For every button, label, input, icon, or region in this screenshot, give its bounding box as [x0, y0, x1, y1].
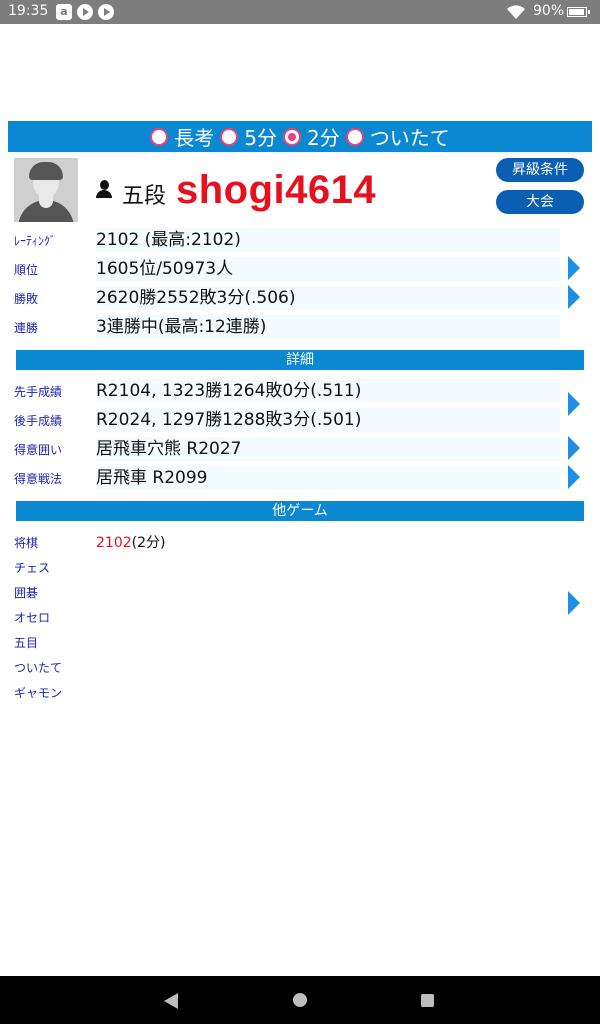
time-mode-selector: 長考 5分 2分 ついたて: [8, 121, 592, 152]
record-detail-arrow-icon[interactable]: [568, 285, 580, 309]
stat-label: ﾚｰﾃｨﾝｸﾞ: [14, 234, 57, 248]
game-label-tsuitate: ついたて: [14, 661, 63, 675]
wifi-icon: [507, 5, 525, 19]
mode-option-tsuitate[interactable]: ついたて: [345, 122, 450, 151]
game-label-gomoku: 五目: [14, 636, 39, 650]
detail-row-gote: 後手成績 R2024, 1297勝1288敗3分(.501): [8, 408, 578, 436]
stat-value: 2620勝2552敗3分(.506): [96, 286, 560, 310]
stat-label: 順位: [14, 263, 39, 277]
detail-label: 得意戦法: [14, 472, 63, 486]
detail-value: R2024, 1297勝1288敗3分(.501): [96, 408, 560, 432]
mode-option-2min[interactable]: 2分: [283, 122, 340, 151]
system-nav-bar: [0, 976, 600, 1024]
stat-label: 勝敗: [14, 292, 39, 306]
radio-icon: [345, 127, 364, 146]
stat-value: 3連勝中(最高:12連勝): [96, 315, 560, 339]
rank-label: 五段: [122, 184, 167, 209]
detail-label: 後手成績: [14, 414, 63, 428]
mode-option-long[interactable]: 長考: [150, 122, 214, 151]
mode-option-5min[interactable]: 5分: [220, 122, 277, 151]
game-label-backgammon: ギャモン: [14, 686, 63, 700]
status-bar: 19:35 a 90%: [0, 0, 600, 24]
detail-label: 得意囲い: [14, 443, 63, 457]
amazon-app-icon: a: [56, 4, 72, 20]
game-label-othello: オセロ: [14, 611, 51, 625]
battery-percent: 90%: [533, 3, 565, 19]
stat-label: 連勝: [14, 321, 39, 335]
other-games-arrow-icon[interactable]: [568, 591, 580, 615]
username: shogi4614: [176, 168, 377, 212]
play-notification-icon-2: [98, 4, 114, 20]
battery-icon: [567, 7, 590, 17]
details-section-header: 詳細: [16, 350, 584, 370]
tournament-button[interactable]: 大会: [496, 190, 584, 214]
game-label-shogi: 将棋: [14, 536, 39, 550]
status-time: 19:35: [8, 3, 49, 19]
stat-row-streak: 連勝 3連勝中(最高:12連勝): [8, 315, 578, 343]
promotion-conditions-button[interactable]: 昇級条件: [496, 158, 584, 182]
person-icon: [96, 180, 112, 198]
detail-value: 居飛車穴熊 R2027: [96, 437, 560, 461]
mode-label: 長考: [174, 126, 215, 150]
detail-value: R2104, 1323勝1264敗0分(.511): [96, 379, 560, 403]
other-games-section-header: 他ゲーム: [16, 501, 584, 521]
detail-value: 居飛車 R2099: [96, 466, 560, 490]
game-value-shogi: 2102(2分): [96, 532, 165, 552]
back-icon[interactable]: [164, 993, 178, 1009]
detail-label: 先手成績: [14, 385, 63, 399]
stat-value: 1605位/50973人: [96, 257, 560, 281]
mode-label: ついたて: [369, 126, 450, 150]
stat-value: 2102 (最高:2102): [96, 228, 560, 252]
game-label-chess: チェス: [14, 561, 51, 575]
stat-row-record: 勝敗 2620勝2552敗3分(.506): [8, 286, 578, 314]
stat-row-rating: ﾚｰﾃｨﾝｸﾞ 2102 (最高:2102): [8, 228, 578, 256]
rank-detail-arrow-icon[interactable]: [568, 256, 580, 280]
mode-label: 5分: [244, 126, 277, 150]
avatar: [14, 158, 78, 222]
game-rating-suffix: (2分): [131, 535, 166, 551]
mode-label: 2分: [307, 126, 340, 150]
radio-icon: [220, 127, 239, 146]
game-rating: 2102: [96, 535, 132, 551]
detail-row-sente: 先手成績 R2104, 1323勝1264敗0分(.511): [8, 379, 578, 407]
game-label-go: 囲碁: [14, 586, 39, 600]
stat-row-rank: 順位 1605位/50973人: [8, 257, 578, 285]
detail-row-strategy: 得意戦法 居飛車 R2099: [8, 466, 578, 494]
strategy-detail-arrow-icon[interactable]: [568, 465, 580, 489]
record-breakdown-arrow-icon[interactable]: [568, 392, 580, 416]
recent-apps-icon[interactable]: [421, 994, 434, 1007]
play-notification-icon: [77, 4, 93, 20]
castle-detail-arrow-icon[interactable]: [568, 436, 580, 460]
home-icon[interactable]: [293, 993, 307, 1007]
radio-selected-icon: [283, 127, 301, 146]
detail-row-castle: 得意囲い 居飛車穴熊 R2027: [8, 437, 578, 465]
radio-icon: [150, 127, 169, 146]
